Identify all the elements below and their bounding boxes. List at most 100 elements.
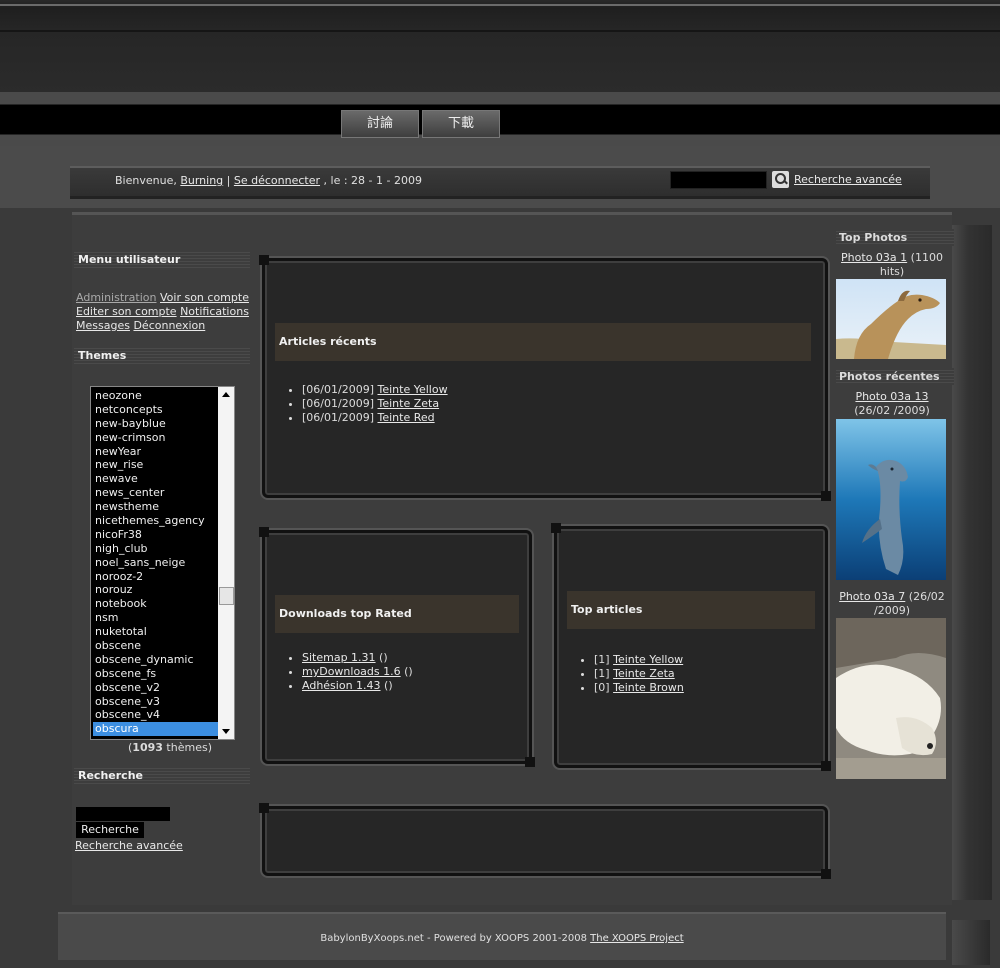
theme-option[interactable]: obscene_v2 [93,681,218,695]
view-account-link[interactable]: Voir son compte [160,291,249,304]
theme-option[interactable]: noel_sans_neige [93,556,218,570]
download-link[interactable]: Sitemap 1.31 [302,651,376,664]
edit-account-link[interactable]: Editer son compte [76,305,177,318]
article-count: [1] [594,653,610,666]
themes-scrollbar[interactable] [218,387,234,739]
admin-link[interactable]: Administration [76,291,157,304]
username-link[interactable]: Burning [180,174,223,187]
list-item: Adhésion 1.43 () [302,679,413,693]
themes-count-suffix: thèmes [166,741,208,754]
themes-count-number: 1093 [132,741,163,754]
header-advanced-search-link[interactable]: Recherche avancée [794,173,902,186]
top-photos-title: Top Photos [836,229,954,246]
top-header [0,0,1000,92]
article-link[interactable]: Teinte Zeta [613,667,675,680]
right-rail-bottom [952,920,990,965]
themes-select[interactable]: neozone netconcepts new-bayblue new-crimson… [90,386,235,740]
nav-item-downloads[interactable]: 下載 [422,110,500,138]
theme-option[interactable]: new-bayblue [93,417,218,431]
theme-option[interactable]: nicethemes_agency [93,514,218,528]
theme-option[interactable]: norooz-2 [93,570,218,584]
top-articles-panel: Top articles [1] Teinte Yellow [1] Teint… [551,523,831,771]
photo-info: (26/02 /2009) [854,404,930,417]
article-link[interactable]: Teinte Red [377,411,434,424]
advanced-search-link[interactable]: Recherche avancée [75,839,183,852]
scroll-down-icon[interactable] [218,723,234,739]
article-count: [0] [594,681,610,694]
article-link[interactable]: Teinte Zeta [377,397,439,410]
themes-title: Themes [74,346,250,365]
theme-option[interactable]: neozone [93,389,218,403]
download-link[interactable]: Adhésion 1.43 [302,679,381,692]
photo-link[interactable]: Photo 03a 1 [841,251,907,264]
camel-photo-icon[interactable] [836,279,946,359]
welcome-separator: | [226,174,231,187]
messages-link[interactable]: Messages [76,319,130,332]
theme-option[interactable]: nicoFr38 [93,528,218,542]
search-input[interactable] [76,807,170,821]
nav-item-forum[interactable]: 討論 [341,110,419,138]
scroll-up-icon[interactable] [218,387,234,403]
download-link[interactable]: myDownloads 1.6 [302,665,401,678]
footer-text: BabylonByXoops.net - Powered by XOOPS 20… [58,933,946,944]
photo-link[interactable]: Photo 03a 7 [839,590,905,603]
downloads-title: Downloads top Rated [275,595,519,633]
footer: BabylonByXoops.net - Powered by XOOPS 20… [58,912,946,960]
list-item: [06/01/2009] Teinte Red [302,411,448,425]
theme-option[interactable]: newYear [93,445,218,459]
dolphin-photo-icon[interactable] [836,419,946,580]
theme-option[interactable]: new-crimson [93,431,218,445]
theme-option[interactable]: netconcepts [93,403,218,417]
header-rim [0,4,1000,6]
right-rail [952,225,992,900]
polar-bear-photo-icon[interactable] [836,618,946,779]
theme-option[interactable]: news_center [93,486,218,500]
search-button[interactable]: Recherche [76,822,144,838]
list-item: [1] Teinte Yellow [594,653,684,667]
theme-option[interactable]: nsm [93,611,218,625]
article-count: [1] [594,667,610,680]
theme-option[interactable]: new_rise [93,458,218,472]
list-item: [06/01/2009] Teinte Zeta [302,397,448,411]
themes-count: (1093 thèmes) [128,741,212,754]
recent-articles-list: [06/01/2009] Teinte Yellow [06/01/2009] … [278,383,448,425]
article-link[interactable]: Teinte Brown [613,681,684,694]
disconnect-link[interactable]: Déconnexion [133,319,205,332]
theme-option[interactable]: nigh_club [93,542,218,556]
welcome-text: Bienvenue, Burning | Se déconnecter , le… [115,174,422,187]
nav-bar [0,92,1000,146]
downloads-list: Sitemap 1.31 () myDownloads 1.6 () Adhés… [278,651,413,693]
scroll-thumb[interactable] [219,587,234,605]
theme-option[interactable]: obscene_v3 [93,695,218,709]
photo-caption: Photo 03a 7 (26/02 /2009) [836,590,948,618]
xoops-project-link[interactable]: The XOOPS Project [590,933,684,944]
empty-panel [259,803,831,879]
header-search-input[interactable] [670,171,767,189]
header-rim-shadow [0,30,1000,32]
search-icon[interactable] [772,171,789,188]
article-link[interactable]: Teinte Yellow [377,383,447,396]
article-link[interactable]: Teinte Yellow [613,653,683,666]
list-item: [0] Teinte Brown [594,681,684,695]
logout-link[interactable]: Se déconnecter [234,174,320,187]
article-date: [06/01/2009] [302,383,374,396]
photo-caption: Photo 03a 13 (26/02 /2009) [836,390,948,418]
article-date: [06/01/2009] [302,397,374,410]
theme-option[interactable]: obscene_fs [93,667,218,681]
theme-option[interactable]: norouz [93,583,218,597]
theme-option[interactable]: obscura [93,722,218,737]
top-articles-list: [1] Teinte Yellow [1] Teinte Zeta [0] Te… [570,653,684,695]
list-item: [06/01/2009] Teinte Yellow [302,383,448,397]
notifications-link[interactable]: Notifications [180,305,249,318]
download-rating: () [400,665,413,678]
recent-photos-title: Photos récentes [836,368,954,385]
theme-option[interactable]: obscene_dynamic [93,653,218,667]
theme-option[interactable]: obscene [93,639,218,653]
theme-option[interactable]: notebook [93,597,218,611]
top-articles-title: Top articles [567,591,815,629]
theme-option[interactable]: obscene_v4 [93,708,218,722]
theme-option[interactable]: newstheme [93,500,218,514]
theme-option[interactable]: newave [93,472,218,486]
theme-option[interactable]: nuketotal [93,625,218,639]
photo-link[interactable]: Photo 03a 13 [855,390,928,403]
